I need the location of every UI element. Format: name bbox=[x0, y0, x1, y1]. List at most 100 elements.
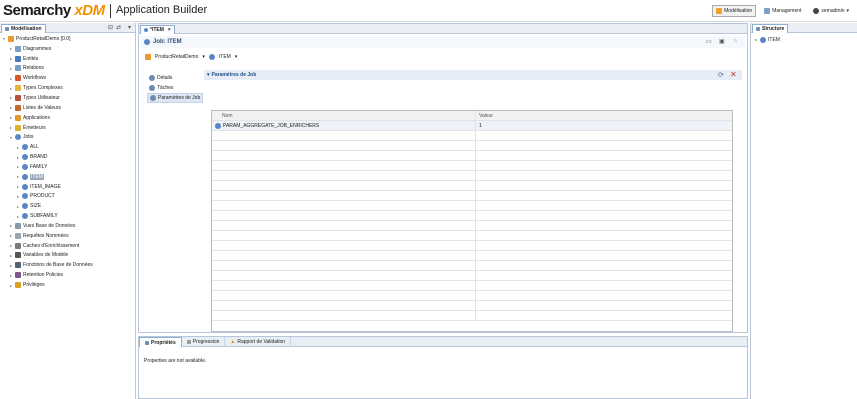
expand-icon[interactable]: ▸ bbox=[9, 95, 13, 100]
tree-item[interactable]: ▸ Fonctions de Base de Données bbox=[2, 260, 93, 270]
tab-modelisation[interactable]: Modélisation bbox=[1, 24, 46, 33]
tree-item[interactable]: ▸ Retention Policies bbox=[2, 270, 93, 280]
tree-item[interactable]: ▸ Types Utilisateur bbox=[2, 93, 93, 103]
model-tree: ▾ ProductRetailDemo [0.0] ▸ Diagrammes ▸ Enti… bbox=[2, 34, 93, 290]
window-icon[interactable]: ▭ bbox=[706, 38, 712, 45]
save-icon[interactable]: ▣ bbox=[719, 38, 725, 45]
tree-item[interactable]: ▸ SUBFAMILY bbox=[2, 211, 93, 221]
expand-icon[interactable]: ▸ bbox=[9, 125, 13, 130]
expand-icon[interactable]: ▸ bbox=[754, 37, 758, 42]
tab-proprietes[interactable]: Propriétés bbox=[139, 337, 182, 347]
close-icon[interactable]: × bbox=[168, 27, 171, 33]
expand-icon[interactable]: ▸ bbox=[9, 273, 13, 278]
collapse-icon[interactable]: ⊟ bbox=[108, 24, 113, 31]
tree-item[interactable]: ▸ FAMILY bbox=[2, 162, 93, 172]
tree-item[interactable]: ▾ Jobs bbox=[2, 132, 93, 142]
expand-icon[interactable]: ▸ bbox=[9, 263, 13, 268]
link-icon[interactable]: ⇄ bbox=[116, 24, 121, 31]
expand-icon[interactable]: ▸ bbox=[16, 184, 20, 189]
expand-icon[interactable]: ▸ bbox=[9, 283, 13, 288]
expand-icon[interactable]: ▸ bbox=[9, 46, 13, 51]
empty-table-row bbox=[212, 161, 732, 171]
section-header[interactable]: ▾ Paramètres de Job bbox=[204, 70, 742, 80]
modelisation-panel: Modélisation ⊟ ⇄ ▾ ▾ ProductRetailDemo [0… bbox=[0, 23, 136, 399]
expand-icon[interactable]: ▸ bbox=[16, 164, 20, 169]
tab-structure[interactable]: Structure bbox=[752, 24, 789, 33]
empty-table-row bbox=[212, 241, 732, 251]
application-icon bbox=[15, 114, 21, 121]
delete-icon[interactable]: ✕ bbox=[730, 70, 737, 79]
expand-icon[interactable]: ▸ bbox=[9, 105, 13, 110]
expand-icon[interactable]: ▸ bbox=[9, 76, 13, 81]
crumb-job[interactable]: ITEM bbox=[219, 54, 231, 60]
tree-item[interactable]: ▸ Entités bbox=[2, 54, 93, 64]
tree-item[interactable]: ▸ Requêtes Nommées bbox=[2, 231, 93, 241]
tree-item[interactable]: ▸ Diagrammes bbox=[2, 44, 93, 54]
parameter-icon bbox=[215, 122, 221, 129]
tree-item[interactable]: ▸ Privilèges bbox=[2, 280, 93, 290]
user-menu-button[interactable]: semadmin ▾ bbox=[809, 5, 853, 17]
tree-item[interactable]: ▸ Relations bbox=[2, 64, 93, 74]
tree-item[interactable]: ▸ Listes de Valeurs bbox=[2, 103, 93, 113]
tree-item[interactable]: ▸ BRAND bbox=[2, 152, 93, 162]
expand-icon[interactable]: ▸ bbox=[9, 56, 13, 61]
tree-item[interactable]: ▸ Variables de Modèle bbox=[2, 251, 93, 261]
tree-item-label: Types Utilisateur bbox=[23, 94, 60, 101]
expand-icon[interactable]: ▸ bbox=[16, 204, 20, 209]
tree-item-label: Variables de Modèle bbox=[23, 252, 69, 259]
tree-item-label: Fonctions de Base de Données bbox=[23, 262, 93, 269]
tree-item[interactable]: ▸ Caches d'Enrichissement bbox=[2, 241, 93, 251]
tree-item[interactable]: ▸ Émetteurs bbox=[2, 123, 93, 133]
expand-icon[interactable]: ▸ bbox=[9, 233, 13, 238]
expand-icon[interactable]: ▸ bbox=[9, 253, 13, 258]
expand-icon[interactable]: ▸ bbox=[9, 86, 13, 91]
expand-icon[interactable]: ▸ bbox=[9, 243, 13, 248]
tree-item[interactable]: ▸ SIZE bbox=[2, 201, 93, 211]
table-row[interactable]: PARAM_AGGREGATE_JOB_ENRICHERS 1 bbox=[212, 121, 732, 131]
tree-item[interactable]: ▸ ALL bbox=[2, 142, 93, 152]
expand-icon[interactable]: ▸ bbox=[16, 194, 20, 199]
management-button[interactable]: Management bbox=[760, 5, 805, 17]
column-header-valeur[interactable]: Valeur bbox=[476, 111, 732, 120]
nav-taches[interactable]: Tâches bbox=[147, 83, 203, 93]
progress-icon bbox=[186, 340, 191, 344]
expand-icon[interactable]: ▾ bbox=[2, 36, 6, 41]
modelisation-button[interactable]: Modélisation bbox=[712, 5, 757, 17]
chevron-down-icon[interactable]: ▾ bbox=[235, 54, 238, 60]
tree-item-label: PRODUCT bbox=[30, 193, 55, 200]
expand-icon[interactable]: ▸ bbox=[9, 115, 13, 120]
tree-item[interactable]: ▸ Workflows bbox=[2, 73, 93, 83]
job-icon bbox=[22, 213, 28, 220]
tree-item[interactable]: ▸ PRODUCT bbox=[2, 192, 93, 202]
crumb-model[interactable]: ProductRetailDemo bbox=[155, 54, 198, 60]
tab-progression[interactable]: Progression bbox=[182, 337, 226, 347]
nav-parametres-de-job[interactable]: Paramètres de Job bbox=[147, 93, 204, 103]
disabled-icon: ✎ bbox=[733, 39, 739, 45]
expand-icon[interactable]: ▸ bbox=[9, 66, 13, 71]
expand-icon[interactable]: ▸ bbox=[9, 223, 13, 228]
tree-item[interactable]: ▸ Vues Base de Données bbox=[2, 221, 93, 231]
param-value[interactable]: 1 bbox=[476, 121, 732, 130]
tree-item-label: Diagrammes bbox=[23, 45, 52, 52]
chevron-down-icon[interactable]: ▾ bbox=[202, 54, 205, 60]
expand-icon[interactable]: ▸ bbox=[16, 145, 20, 150]
nav-details[interactable]: Détails bbox=[147, 73, 203, 83]
expand-icon[interactable]: ▸ bbox=[16, 214, 20, 219]
column-header-nom[interactable]: Nom bbox=[212, 111, 476, 120]
tree-item[interactable]: ▸ Types Complexes bbox=[2, 83, 93, 93]
tree-item[interactable]: ▸ ITEM bbox=[2, 172, 93, 182]
tab-item-editor[interactable]: *ITEM × bbox=[140, 25, 175, 34]
tree-item[interactable]: ▸ ITEM_IMAGE bbox=[2, 182, 93, 192]
tree-item-label: ALL bbox=[30, 144, 39, 151]
tab-rapport-de-validation[interactable]: ▲ Rapport de Validation bbox=[225, 337, 292, 347]
tree-item-label: Vues Base de Données bbox=[23, 222, 76, 229]
tree-item[interactable]: ▾ ProductRetailDemo [0.0] bbox=[2, 34, 93, 44]
tree-item-label: Émetteurs bbox=[23, 124, 46, 131]
expand-icon[interactable]: ▾ bbox=[9, 135, 13, 140]
expand-icon[interactable]: ▸ bbox=[16, 174, 20, 179]
menu-icon[interactable]: ▾ bbox=[128, 24, 131, 31]
refresh-icon[interactable]: ⟳ bbox=[718, 71, 724, 79]
tree-item[interactable]: ▸ Applications bbox=[2, 113, 93, 123]
structure-item[interactable]: ▸ ITEM bbox=[754, 35, 780, 45]
expand-icon[interactable]: ▸ bbox=[16, 155, 20, 160]
